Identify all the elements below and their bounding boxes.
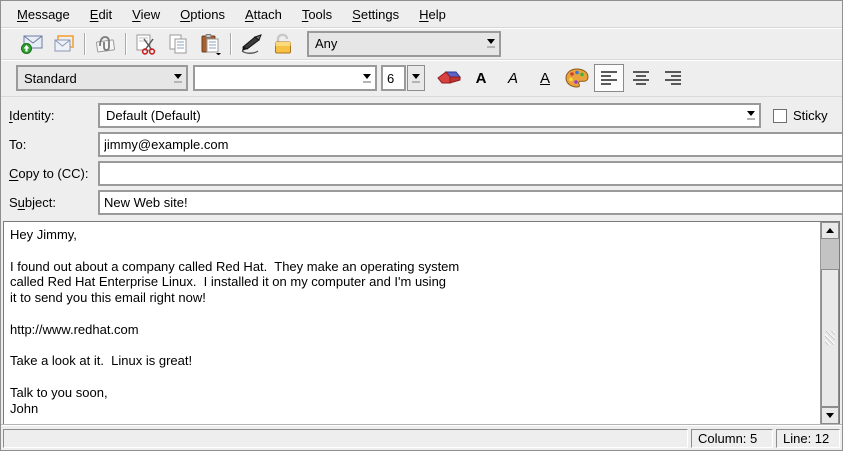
send-mail-button[interactable] [17, 30, 47, 58]
attach-file-icon [93, 33, 117, 55]
scrollbar-thumb[interactable] [821, 269, 839, 407]
send-mail-icon [20, 33, 44, 55]
toolbar-separator [84, 33, 85, 55]
queue-mail-button[interactable] [49, 30, 79, 58]
to-input[interactable] [98, 132, 843, 157]
font-family-combobox[interactable] [193, 65, 377, 91]
menu-edit[interactable]: Edit [80, 4, 122, 25]
status-bar: Column: 5 Line: 12 [1, 425, 842, 450]
eraser-button[interactable] [434, 64, 464, 92]
menu-view[interactable]: View [122, 4, 170, 25]
chevron-down-icon[interactable] [742, 105, 759, 126]
scroll-down-button[interactable] [821, 407, 839, 424]
menu-options[interactable]: Options [170, 4, 235, 25]
message-body-frame: Hey Jimmy, I found out about a company c… [3, 221, 840, 425]
paragraph-style-combobox[interactable]: Standard [16, 65, 188, 91]
scrollbar-track[interactable] [821, 239, 839, 269]
menu-message[interactable]: Message [7, 4, 80, 25]
eraser-icon [436, 68, 462, 88]
font-size-value: 6 [387, 71, 394, 86]
main-toolbar: Any [1, 28, 842, 60]
bold-button[interactable]: A [466, 64, 496, 92]
encrypt-message-button[interactable] [268, 30, 298, 58]
align-right-button[interactable] [658, 64, 688, 92]
crypto-format-value: Any [315, 36, 337, 51]
scroll-up-button[interactable] [821, 222, 839, 239]
chevron-down-icon[interactable] [482, 33, 499, 55]
paste-icon [198, 33, 222, 55]
subject-input[interactable] [98, 190, 843, 215]
encrypt-message-icon [271, 33, 295, 55]
status-message-panel [3, 429, 688, 448]
copy-button[interactable] [163, 30, 193, 58]
arrow-up-icon [826, 228, 834, 233]
font-size-field[interactable]: 6 [381, 65, 406, 91]
formatting-toolbar: Standard 6 [1, 60, 842, 97]
cc-input[interactable] [98, 161, 843, 186]
mail-composer-window: Message Edit View Options Attach Tools S… [0, 0, 843, 451]
cc-label: Copy to (CC): [1, 166, 98, 181]
identity-label: Identity: [1, 108, 98, 123]
subject-label: Subject: [1, 195, 98, 210]
sign-message-icon [238, 33, 264, 55]
chevron-down-icon[interactable] [358, 67, 375, 89]
underline-button[interactable]: A [530, 64, 560, 92]
chevron-down-icon[interactable] [169, 67, 186, 89]
align-right-icon [663, 69, 683, 87]
message-body-editor[interactable]: Hey Jimmy, I found out about a company c… [4, 222, 820, 424]
toolbar-drag-handle[interactable] [3, 64, 12, 93]
message-headers: Identity: Default (Default) Sticky To: .… [1, 97, 842, 220]
subject-row: Subject: [1, 188, 842, 217]
sticky-option[interactable]: Sticky [773, 108, 828, 123]
underline-icon: A [540, 71, 550, 86]
crypto-format-combobox[interactable]: Any [307, 31, 501, 57]
text-color-button[interactable] [562, 64, 592, 92]
grip-icon [825, 331, 835, 345]
identity-value: Default (Default) [106, 108, 201, 123]
paste-button[interactable] [195, 30, 225, 58]
attach-file-button[interactable] [90, 30, 120, 58]
align-center-button[interactable] [626, 64, 656, 92]
font-size-dropdown-button[interactable] [407, 65, 425, 91]
status-line-indicator: Line: 12 [776, 429, 840, 448]
toolbar-drag-handle[interactable] [3, 31, 12, 56]
italic-icon: A [508, 71, 518, 86]
cut-icon [134, 33, 158, 55]
identity-row: Identity: Default (Default) Sticky [1, 101, 842, 130]
menu-attach[interactable]: Attach [235, 4, 292, 25]
menu-tools[interactable]: Tools [292, 4, 342, 25]
cut-button[interactable] [131, 30, 161, 58]
menu-settings[interactable]: Settings [342, 4, 409, 25]
identity-combobox[interactable]: Default (Default) [98, 103, 761, 128]
arrow-down-icon [826, 413, 834, 418]
menu-help[interactable]: Help [409, 4, 456, 25]
sticky-checkbox[interactable] [773, 109, 787, 123]
align-left-icon [599, 69, 619, 87]
toolbar-separator [230, 33, 231, 55]
to-label: To: [1, 137, 98, 152]
sign-message-button[interactable] [236, 30, 266, 58]
status-column-indicator: Column: 5 [691, 429, 773, 448]
sticky-label: Sticky [793, 108, 828, 123]
queue-mail-icon [52, 33, 76, 55]
bold-icon: A [476, 71, 487, 86]
align-left-button[interactable] [594, 64, 624, 92]
cc-row: Copy to (CC): ... [1, 159, 842, 188]
palette-icon [564, 67, 590, 89]
toolbar-separator [125, 33, 126, 55]
copy-icon [166, 33, 190, 55]
vertical-scrollbar[interactable] [820, 222, 839, 424]
menu-bar: Message Edit View Options Attach Tools S… [1, 1, 842, 28]
align-center-icon [631, 69, 651, 87]
to-row: To: ... [1, 130, 842, 159]
italic-button[interactable]: A [498, 64, 528, 92]
paragraph-style-value: Standard [24, 71, 77, 86]
